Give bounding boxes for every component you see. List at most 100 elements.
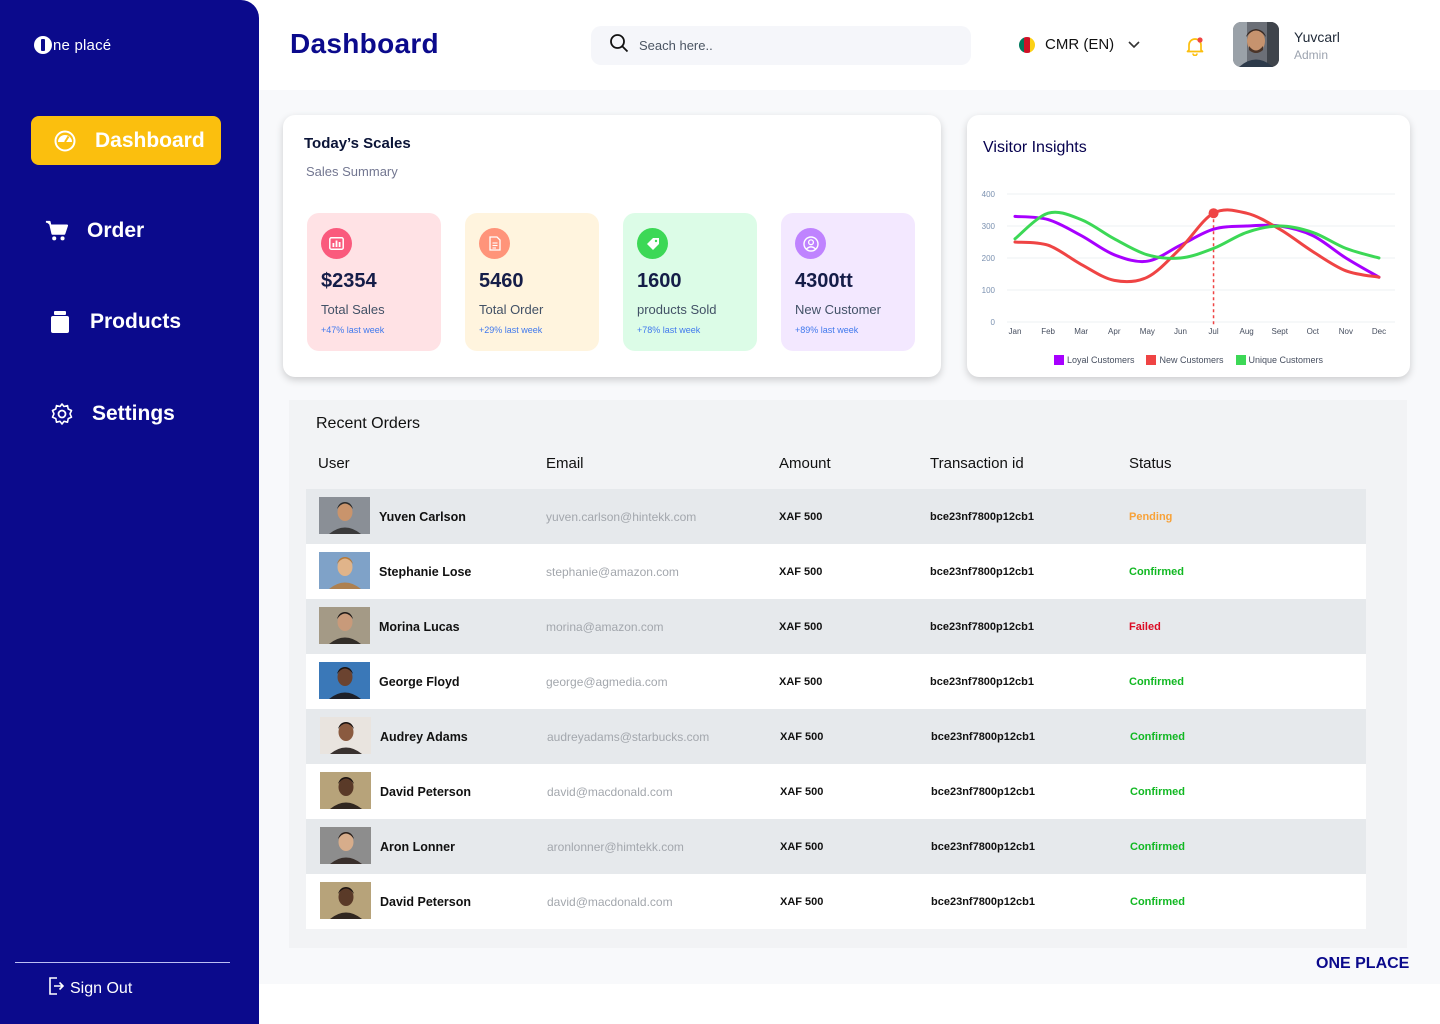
language-label: CMR (EN) xyxy=(1045,36,1115,53)
amount-cell: XAF 500 xyxy=(779,510,823,523)
legend-swatch xyxy=(1235,355,1246,365)
sign-out-button[interactable]: Sign Out xyxy=(48,977,132,1000)
sidebar-item-order[interactable]: Order xyxy=(31,206,221,255)
visitor-line-chart: 400 300 200 100 0 Jan Feb Mar Apr May Jun Jul Aug Sep… xyxy=(982,190,1395,336)
stat-card-new-customer[interactable]: 4300tt New Customer +89% last week xyxy=(781,213,915,351)
legend-label: New Customers xyxy=(1159,355,1224,365)
search-input[interactable] xyxy=(639,38,939,53)
table-row[interactable]: Morina Lucas morina@amazon.com XAF 500 bce2… xyxy=(306,599,1366,654)
stat-card-total-sales[interactable]: $2354 Total Sales +47% last week xyxy=(307,213,441,351)
user-avatar xyxy=(319,497,370,534)
legend-item[interactable]: New Customers xyxy=(1146,355,1224,365)
user-avatar xyxy=(319,607,370,644)
table-row[interactable]: David Peterson david@macdonald.com XAF 500… xyxy=(306,764,1366,819)
y-tick-label: 300 xyxy=(982,222,996,231)
logo[interactable]: ne placé xyxy=(34,36,111,54)
stat-value: 5460 xyxy=(479,270,524,292)
transaction-id-cell: bce23nf7800p12cb1 xyxy=(930,675,1034,688)
email-cell: audreyadams@starbucks.com xyxy=(547,729,710,744)
logo-text: ne placé xyxy=(53,36,112,54)
language-selector[interactable]: CMR (EN) xyxy=(1019,36,1140,53)
column-header-email: Email xyxy=(546,455,584,472)
stat-card-total-order[interactable]: 5460 Total Order +29% last week xyxy=(465,213,599,351)
email-cell: david@macdonald.com xyxy=(547,894,673,909)
stat-note: +29% last week xyxy=(479,325,543,335)
search-icon xyxy=(609,33,629,58)
search-bar[interactable] xyxy=(591,26,971,65)
user-avatar xyxy=(320,827,371,864)
stat-value: 1600 xyxy=(637,270,682,292)
user-avatar xyxy=(320,772,371,809)
legend-item[interactable]: Unique Customers xyxy=(1235,355,1324,365)
legend-label: Unique Customers xyxy=(1248,355,1324,365)
sales-summary-card: Today’s Scales Sales Summary $2354 Total… xyxy=(283,115,941,377)
box-icon xyxy=(48,310,72,334)
status-badge: Confirmed xyxy=(1130,895,1185,908)
table-row[interactable]: David Peterson david@macdonald.com XAF 500… xyxy=(306,874,1366,929)
user-icon xyxy=(795,228,826,259)
amount-cell: XAF 500 xyxy=(780,730,824,743)
email-cell: david@macdonald.com xyxy=(547,784,673,799)
column-header-transaction-id: Transaction id xyxy=(930,455,1024,472)
legend-swatch xyxy=(1146,355,1157,365)
legend-swatch xyxy=(1053,355,1064,365)
table-row[interactable]: Yuven Carlson yuven.carlson@hintekk.com XA… xyxy=(306,489,1366,544)
chart-legend: Loyal Customers New Customers Unique Custo… xyxy=(967,355,1410,365)
sidebar-item-settings[interactable]: Settings xyxy=(31,389,221,438)
transaction-id-cell: bce23nf7800p12cb1 xyxy=(930,620,1034,633)
user-role: Admin xyxy=(1294,48,1329,62)
transaction-id-cell: bce23nf7800p12cb1 xyxy=(930,565,1034,578)
user-name-cell: David Peterson xyxy=(380,784,472,799)
legend-item[interactable]: Loyal Customers xyxy=(1053,355,1135,365)
user-name-cell: Aron Lonner xyxy=(380,839,455,854)
status-badge: Confirmed xyxy=(1130,840,1185,853)
avatar[interactable] xyxy=(1233,22,1279,67)
sidebar-divider xyxy=(15,962,230,963)
sidebar-item-label: Settings xyxy=(92,401,175,425)
gauge-icon xyxy=(53,129,77,153)
app-root: ne placé Dashboard Order Products Settin xyxy=(0,0,1440,1024)
sidebar-item-label: Products xyxy=(90,309,182,333)
recent-orders-title: Recent Orders xyxy=(316,415,421,432)
y-tick-label: 0 xyxy=(991,318,996,327)
y-tick-label: 100 xyxy=(982,286,996,295)
amount-cell: XAF 500 xyxy=(780,895,824,908)
logo-mark-icon xyxy=(34,36,52,54)
table-row[interactable]: Audrey Adams audreyadams@starbucks.com XAF… xyxy=(306,709,1366,764)
stat-note: +78% last week xyxy=(637,325,701,335)
status-badge: Confirmed xyxy=(1130,785,1185,798)
notification-bell-icon[interactable] xyxy=(1185,36,1205,61)
stat-note: +47% last week xyxy=(321,325,385,335)
table-row[interactable]: Aron Lonner aronlonner@himtekk.com XAF 500… xyxy=(306,819,1366,874)
page-title: Dashboard xyxy=(290,28,439,59)
status-badge: Failed xyxy=(1129,620,1161,633)
x-tick-label: Dec xyxy=(1372,327,1386,336)
x-tick-label: Jul xyxy=(1208,327,1218,336)
stat-value: $2354 xyxy=(321,270,377,292)
sign-out-label: Sign Out xyxy=(70,979,133,997)
transaction-id-cell: bce23nf7800p12cb1 xyxy=(931,730,1035,743)
user-avatar xyxy=(320,882,371,919)
sidebar-item-products[interactable]: Products xyxy=(31,297,221,346)
amount-cell: XAF 500 xyxy=(779,620,823,633)
legend-label: Loyal Customers xyxy=(1066,355,1135,365)
email-cell: george@agmedia.com xyxy=(546,674,668,689)
table-row[interactable]: George Floyd george@agmedia.com XAF 500 bce… xyxy=(306,654,1366,709)
highlight-point xyxy=(1208,208,1219,219)
tag-icon xyxy=(637,228,668,259)
transaction-id-cell: bce23nf7800p12cb1 xyxy=(931,840,1035,853)
status-badge: Confirmed xyxy=(1130,730,1185,743)
amount-cell: XAF 500 xyxy=(779,565,823,578)
status-badge: Pending xyxy=(1129,510,1173,523)
user-name-cell: Audrey Adams xyxy=(380,729,468,744)
stat-card-products-sold[interactable]: 1600 products Sold +78% last week xyxy=(623,213,757,351)
stat-label: New Customer xyxy=(795,302,881,317)
x-tick-label: May xyxy=(1140,327,1155,336)
sales-card-title: Today’s Scales xyxy=(304,135,411,152)
table-row[interactable]: Stephanie Lose stephanie@amazon.com XAF 50… xyxy=(306,544,1366,599)
sidebar-item-dashboard[interactable]: Dashboard xyxy=(31,116,221,165)
column-header-amount: Amount xyxy=(779,455,831,472)
transaction-id-cell: bce23nf7800p12cb1 xyxy=(931,895,1035,908)
x-tick-label: Feb xyxy=(1041,327,1055,336)
user-name: Yuvcarl xyxy=(1294,29,1340,45)
